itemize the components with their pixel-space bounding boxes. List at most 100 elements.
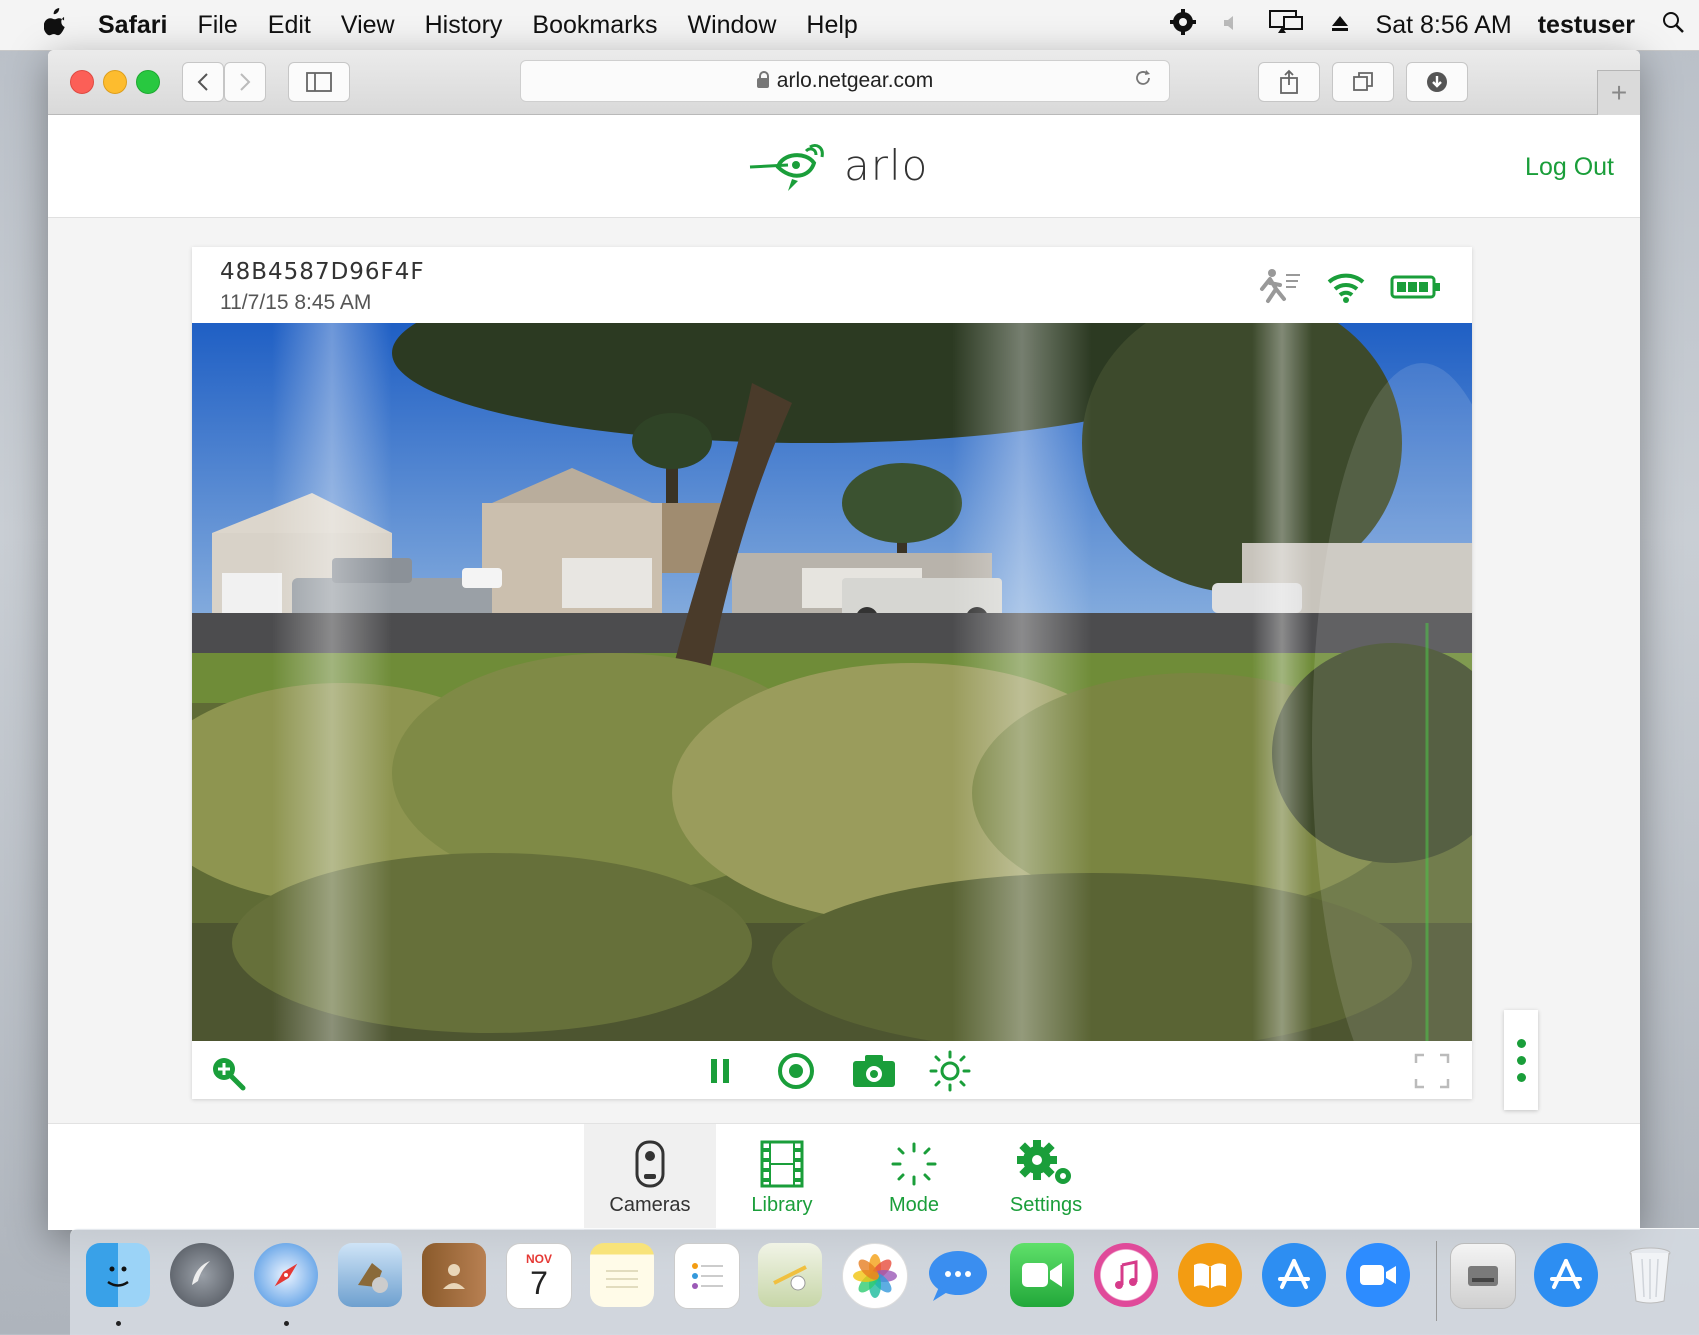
zoom-app-icon[interactable] [1346,1243,1410,1307]
minimize-window-button[interactable] [103,70,127,94]
chevron-left-icon [197,73,208,91]
more-options-button[interactable] [1504,1010,1538,1110]
app-store-icon[interactable] [1262,1243,1326,1307]
trash-icon[interactable] [1618,1243,1682,1307]
menu-bookmarks[interactable]: Bookmarks [532,11,657,40]
zoom-in-button[interactable] [208,1053,248,1093]
menubar-user[interactable]: testuser [1538,11,1635,40]
camera-live-feed[interactable] [192,323,1472,1041]
menubar-clock[interactable]: Sat 8:56 AM [1376,11,1512,40]
tabs-overview-button[interactable] [1332,62,1394,102]
brightness-icon [929,1050,971,1092]
disk-image-icon[interactable] [1450,1243,1516,1309]
download-icon [1427,72,1447,92]
nav-settings[interactable]: Settings [980,1124,1112,1230]
arlo-header: arlo Log Out [48,115,1640,218]
menu-edit[interactable]: Edit [268,11,311,40]
mode-icon [891,1142,937,1186]
safari-toolbar: arlo.netgear.com + [48,50,1640,115]
pause-button[interactable] [700,1051,740,1091]
pause-icon [711,1059,729,1083]
wifi-signal-icon [1326,270,1366,309]
menu-bar: Safari File Edit View History Bookmarks … [0,0,1699,51]
bottom-nav: Cameras Library Mode Settings [48,1123,1640,1230]
menu-history[interactable]: History [425,11,503,40]
launchpad-icon[interactable] [170,1243,234,1307]
dot-icon [1516,1072,1526,1082]
tabs-icon [1353,72,1373,91]
finder-icon[interactable] [86,1243,150,1307]
menu-app-safari[interactable]: Safari [98,11,167,40]
camera-controls [192,1041,1472,1099]
nav-cameras-label: Cameras [609,1194,691,1216]
reminders-icon[interactable] [674,1243,740,1309]
dock-separator [1436,1241,1437,1321]
motion-detection-icon[interactable] [1250,267,1302,312]
calendar-icon[interactable]: NOV 7 [506,1243,572,1309]
contacts-icon[interactable] [422,1243,486,1307]
nav-mode[interactable]: Mode [848,1124,980,1230]
arlo-logo[interactable]: arlo [748,137,928,193]
nav-mode-label: Mode [888,1194,940,1216]
snapshot-button[interactable] [850,1051,898,1091]
eject-icon[interactable] [1330,11,1350,40]
airplay-display-icon[interactable] [1268,9,1304,42]
logout-link[interactable]: Log Out [1525,153,1614,182]
dot-icon [1516,1055,1526,1065]
forward-button[interactable] [224,62,266,102]
record-button[interactable] [776,1051,816,1091]
running-indicator [284,1321,289,1326]
dot-icon [1516,1038,1526,1048]
notes-icon[interactable] [590,1243,654,1307]
menu-window[interactable]: Window [687,11,776,40]
arlo-bird-icon [749,143,824,191]
nav-library[interactable]: Library [716,1124,848,1230]
volume-icon[interactable] [1222,11,1242,40]
back-button[interactable] [182,62,224,102]
facetime-icon[interactable] [1010,1243,1074,1307]
zoom-in-icon [213,1058,246,1091]
safari-window: arlo.netgear.com + arlo Log Out 48B4587D… [48,50,1640,1230]
address-bar[interactable]: arlo.netgear.com [520,60,1170,102]
menu-help[interactable]: Help [806,11,857,40]
sidebar-icon [306,72,332,92]
maps-icon[interactable] [758,1243,822,1307]
running-indicator [116,1321,121,1326]
calendar-month: NOV [525,1252,552,1266]
spotlight-search-icon[interactable] [1661,10,1685,41]
battery-icon [1390,274,1442,305]
dock: NOV 7 [70,1228,1699,1335]
system-gear-icon[interactable] [1169,8,1196,42]
calendar-day: 7 [530,1265,548,1301]
itunes-icon[interactable] [1094,1243,1158,1307]
nav-library-label: Library [751,1194,813,1216]
ibooks-icon[interactable] [1178,1243,1242,1307]
sidebar-button[interactable] [288,62,350,102]
fullscreen-button[interactable] [1412,1051,1452,1091]
share-button[interactable] [1258,62,1320,102]
camera-snapshot-icon [853,1055,895,1087]
messages-icon[interactable] [926,1243,990,1307]
app-installer-icon[interactable] [1534,1243,1598,1307]
brightness-button[interactable] [928,1049,972,1093]
camera-timestamp: 11/7/15 8:45 AM [220,291,372,314]
photos-icon[interactable] [842,1243,908,1309]
mail-preview-icon[interactable] [338,1243,402,1307]
nav-cameras[interactable]: Cameras [584,1124,716,1230]
downloads-button[interactable] [1406,62,1468,102]
reload-icon[interactable] [1133,68,1153,94]
safari-icon[interactable] [254,1243,318,1307]
camera-name: 48B4587D96F4F [220,259,425,285]
camera-icon [635,1140,665,1188]
new-tab-button[interactable]: + [1597,70,1640,115]
zoom-window-button[interactable] [136,70,160,94]
record-icon [778,1053,814,1089]
fullscreen-icon [1414,1053,1450,1089]
menu-view[interactable]: View [341,11,395,40]
address-url: arlo.netgear.com [776,69,934,92]
camera-feed-image [192,323,1472,1041]
menu-file[interactable]: File [197,11,237,40]
close-window-button[interactable] [70,70,94,94]
apple-menu-icon[interactable] [43,7,80,43]
arlo-page: arlo Log Out 48B4587D96F4F 11/7/15 8:45 … [48,115,1640,1230]
